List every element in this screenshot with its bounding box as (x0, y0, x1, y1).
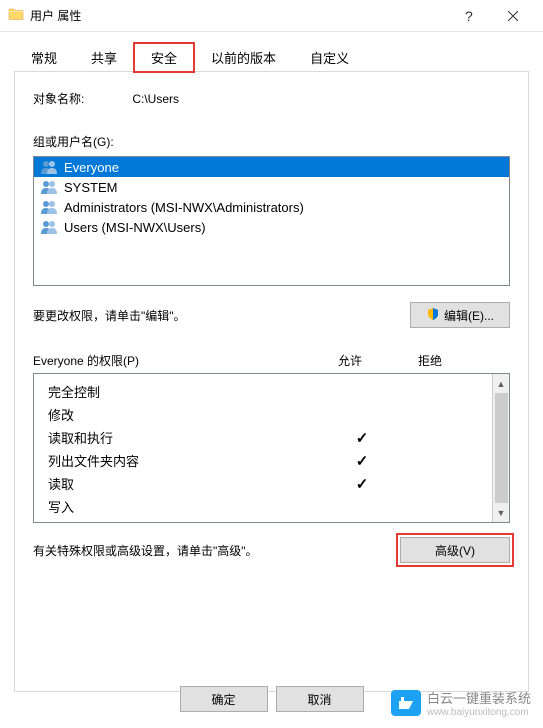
permission-name: 读取 (48, 474, 322, 493)
permission-name: 修改 (48, 405, 322, 424)
help-button[interactable]: ? (445, 1, 490, 31)
permission-name: 读取和执行 (48, 428, 322, 447)
titlebar: 用户 属性 ? (0, 0, 543, 32)
object-name-row: 对象名称: C:\Users (33, 90, 510, 107)
edit-hint: 要更改权限，请单击"编辑"。 (33, 307, 186, 324)
permission-row: 修改 (48, 403, 482, 426)
permission-row: 列出文件夹内容✓ (48, 449, 482, 472)
titlebar-buttons: ? (445, 1, 535, 31)
tab-previous-versions[interactable]: 以前的版本 (194, 43, 293, 72)
list-item[interactable]: Administrators (MSI-NWX\Administrators) (34, 197, 509, 217)
groups-label: 组或用户名(G): (33, 133, 510, 150)
advanced-hint: 有关特殊权限或高级设置，请单击"高级"。 (33, 542, 258, 559)
object-path: C:\Users (132, 92, 179, 106)
list-item-label: Administrators (MSI-NWX\Administrators) (64, 200, 304, 215)
ok-button[interactable]: 确定 (180, 686, 268, 712)
permission-row: 读取✓ (48, 472, 482, 495)
object-name-label: 对象名称: (33, 90, 84, 107)
list-item-label: Everyone (64, 160, 119, 175)
watermark-badge-icon (391, 690, 421, 716)
permissions-for-label: Everyone 的权限(P) (33, 352, 139, 369)
tabs: 常规 共享 安全 以前的版本 自定义 (14, 42, 529, 72)
edit-button-label: 编辑(E)... (444, 307, 494, 324)
permission-row: 完全控制 (48, 380, 482, 403)
permission-name: 列出文件夹内容 (48, 451, 322, 470)
list-item[interactable]: Everyone (34, 157, 509, 177)
watermark-text-2: www.baiyunxitong.com (427, 707, 531, 718)
edit-button[interactable]: 编辑(E)... (410, 302, 510, 328)
window-title: 用户 属性 (30, 7, 81, 24)
permissions-listbox: 完全控制修改读取和执行✓列出文件夹内容✓读取✓写入 ▲ ▼ (33, 373, 510, 523)
tab-sharing[interactable]: 共享 (74, 43, 134, 72)
allow-check-icon: ✓ (322, 452, 402, 470)
close-button[interactable] (490, 1, 535, 31)
svg-text:?: ? (465, 9, 473, 23)
shield-icon (426, 307, 440, 324)
permission-name: 写入 (48, 497, 322, 516)
allow-column-label: 允许 (310, 352, 390, 369)
permission-row: 写入 (48, 495, 482, 518)
security-pane: 对象名称: C:\Users 组或用户名(G): Everyone SYSTEM… (14, 72, 529, 692)
tab-customize[interactable]: 自定义 (293, 43, 366, 72)
group-icon (40, 159, 58, 175)
list-item[interactable]: SYSTEM (34, 177, 509, 197)
advanced-button[interactable]: 高级(V) (400, 537, 510, 563)
group-icon (40, 219, 58, 235)
list-item[interactable]: Users (MSI-NWX\Users) (34, 217, 509, 237)
content-area: 常规 共享 安全 以前的版本 自定义 对象名称: C:\Users 组或用户名(… (0, 32, 543, 692)
group-icon (40, 199, 58, 215)
titlebar-left: 用户 属性 (8, 6, 81, 25)
permissions-list: 完全控制修改读取和执行✓列出文件夹内容✓读取✓写入 (34, 374, 492, 522)
scroll-up-arrow-icon[interactable]: ▲ (494, 376, 509, 391)
scroll-down-arrow-icon[interactable]: ▼ (494, 505, 509, 520)
allow-check-icon: ✓ (322, 475, 402, 493)
permission-name: 完全控制 (48, 382, 322, 401)
group-icon (40, 179, 58, 195)
groups-listbox[interactable]: Everyone SYSTEM Administrators (MSI-NWX\… (33, 156, 510, 286)
folder-icon (8, 6, 24, 25)
list-item-label: Users (MSI-NWX\Users) (64, 220, 206, 235)
list-item-label: SYSTEM (64, 180, 117, 195)
scroll-thumb[interactable] (495, 393, 508, 503)
watermark: 白云一键重装系统 www.baiyunxitong.com (391, 688, 531, 718)
tab-security[interactable]: 安全 (134, 43, 194, 72)
allow-check-icon: ✓ (322, 429, 402, 447)
deny-column-label: 拒绝 (390, 352, 470, 369)
permissions-header: Everyone 的权限(P) 允许 拒绝 (33, 352, 510, 369)
permission-row: 读取和执行✓ (48, 426, 482, 449)
edit-hint-row: 要更改权限，请单击"编辑"。 编辑(E)... (33, 302, 510, 328)
watermark-text-1: 白云一键重装系统 (427, 688, 531, 707)
cancel-button[interactable]: 取消 (276, 686, 364, 712)
scrollbar[interactable]: ▲ ▼ (492, 374, 509, 522)
tab-general[interactable]: 常规 (14, 43, 74, 72)
advanced-hint-row: 有关特殊权限或高级设置，请单击"高级"。 高级(V) (33, 537, 510, 563)
advanced-button-label: 高级(V) (435, 542, 475, 559)
